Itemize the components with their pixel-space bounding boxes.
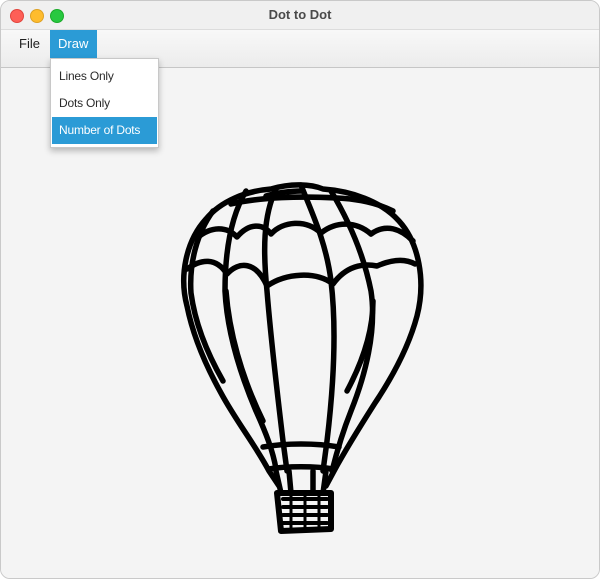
menu-file[interactable]: File [11, 30, 49, 58]
menu-item-number-of-dots[interactable]: Number of Dots [52, 117, 157, 144]
window-title: Dot to Dot [268, 7, 332, 22]
menu-draw[interactable]: Draw [50, 30, 97, 58]
app-window: Dot to Dot File Draw Lines Only Dots Onl… [0, 0, 600, 579]
title-bar[interactable]: Dot to Dot [1, 1, 599, 30]
menu-item-lines-only[interactable]: Lines Only [52, 63, 157, 90]
draw-dropdown-menu: Lines Only Dots Only Number of Dots [50, 58, 159, 148]
menu-item-dots-only[interactable]: Dots Only [52, 90, 157, 117]
